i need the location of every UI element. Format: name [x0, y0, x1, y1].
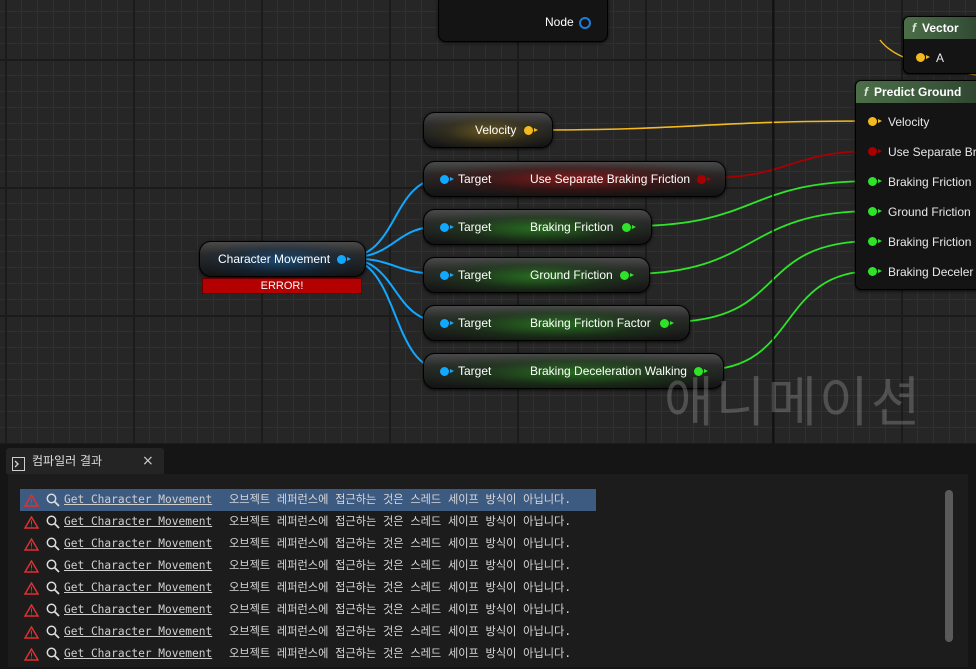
vector-pin-icon[interactable] — [524, 126, 538, 135]
pin-label: A — [936, 51, 945, 65]
message-text: 오브젝트 레퍼런스에 접근하는 것은 스레드 세이프 방식이 아닙니다. — [229, 559, 572, 572]
message-row[interactable]: Get Character Movement 오브젝트 레퍼런스에 접근하는 것… — [20, 555, 596, 577]
character-movement-node[interactable]: Character Movement — [199, 241, 366, 277]
target-label: Target — [458, 220, 492, 234]
search-icon[interactable] — [46, 647, 60, 669]
message-row[interactable]: Get Character Movement 오브젝트 레퍼런스에 접근하는 것… — [20, 621, 596, 643]
getter-node-use-separate-braking-friction[interactable]: Target Use Separate Braking Friction — [423, 161, 726, 197]
object-pin-icon[interactable] — [440, 367, 454, 376]
vertical-scrollbar[interactable] — [945, 490, 953, 642]
float-pin-icon[interactable] — [620, 271, 634, 280]
float-pin-icon[interactable] — [868, 267, 882, 276]
close-icon[interactable]: × — [142, 448, 154, 474]
velocity-node[interactable]: Velocity — [423, 112, 553, 148]
getter-label: Braking Friction — [530, 220, 614, 234]
message-text: 오브젝트 레퍼런스에 접근하는 것은 스레드 세이프 방식이 아닙니다. — [229, 493, 572, 506]
character-movement-label: Character Movement — [218, 252, 331, 266]
partial-node-label: Node — [545, 15, 574, 29]
message-list[interactable]: Get Character Movement 오브젝트 레퍼런스에 접근하는 것… — [8, 474, 968, 667]
wire-float — [667, 240, 875, 323]
function-icon: f — [912, 21, 916, 35]
message-text: 오브젝트 레퍼런스에 접근하는 것은 스레드 세이프 방식이 아닙니다. — [229, 537, 572, 550]
message-text: 오브젝트 레퍼런스에 접근하는 것은 스레드 세이프 방식이 아닙니다. — [229, 515, 572, 528]
getter-node-braking-friction[interactable]: Target Braking Friction — [423, 209, 652, 245]
blueprint-graph[interactable]: Node Velocity Character Movement ERROR! … — [0, 0, 976, 444]
tab-compiler-results[interactable]: 컴파일러 결과 × — [6, 448, 164, 474]
vector-node-title: Vector — [922, 21, 959, 35]
message-row[interactable]: Get Character Movement 오브젝트 레퍼런스에 접근하는 것… — [20, 577, 596, 599]
float-pin-icon[interactable] — [622, 223, 636, 232]
getter-node-ground-friction[interactable]: Target Ground Friction — [423, 257, 650, 293]
message-link[interactable]: Get Character Movement — [64, 643, 212, 665]
tab-label: 컴파일러 결과 — [32, 454, 103, 468]
pin-label: Use Separate Br — [888, 145, 976, 159]
pin-label: Velocity — [888, 115, 930, 129]
message-link[interactable]: Get Character Movement — [64, 621, 212, 643]
partial-node[interactable]: Node — [438, 0, 608, 42]
message-row[interactable]: Get Character Movement 오브젝트 레퍼런스에 접근하는 것… — [20, 599, 596, 621]
float-pin-icon[interactable] — [868, 177, 882, 186]
vector-function-node[interactable]: f Vector A — [903, 16, 976, 74]
message-link[interactable]: Get Character Movement — [64, 489, 212, 511]
message-text: 오브젝트 레퍼런스에 접근하는 것은 스레드 세이프 방식이 아닙니다. — [229, 647, 572, 660]
message-link[interactable]: Get Character Movement — [64, 599, 212, 621]
message-link[interactable]: Get Character Movement — [64, 555, 212, 577]
graph-watermark: 애니메이션 — [664, 371, 923, 434]
warning-icon — [23, 647, 40, 669]
wire-float — [701, 270, 875, 371]
getter-label: Braking Friction Factor — [530, 316, 651, 330]
pin-label: Braking Friction — [888, 175, 972, 189]
vector-pin-icon[interactable] — [916, 53, 930, 62]
getter-label: Use Separate Braking Friction — [530, 172, 691, 186]
message-row[interactable]: Get Character Movement 오브젝트 레퍼런스에 접근하는 것… — [20, 643, 596, 665]
getter-node-braking-friction-factor[interactable]: Target Braking Friction Factor — [423, 305, 690, 341]
float-pin-icon[interactable] — [660, 319, 674, 328]
message-link[interactable]: Get Character Movement — [64, 533, 212, 555]
wire-bool — [705, 150, 875, 179]
object-pin-icon[interactable] — [337, 255, 351, 264]
object-pin-icon[interactable] — [440, 223, 454, 232]
target-label: Target — [458, 268, 492, 282]
object-pin-icon[interactable] — [440, 319, 454, 328]
predict-node-title: Predict Ground — [874, 85, 962, 99]
target-label: Target — [458, 316, 492, 330]
getter-label: Ground Friction — [530, 268, 613, 282]
predict-ground-function-node[interactable]: f Predict Ground Velocity Use Separate Br… — [855, 80, 976, 290]
wire-float — [627, 210, 875, 275]
pin-label: Ground Friction — [888, 205, 971, 219]
message-text: 오브젝트 레퍼런스에 접근하는 것은 스레드 세이프 방식이 아닙니다. — [229, 603, 572, 616]
exec-pin-icon[interactable] — [579, 17, 591, 29]
message-link[interactable]: Get Character Movement — [64, 577, 212, 599]
predict-node-header: f Predict Ground — [856, 81, 976, 103]
velocity-label: Velocity — [475, 123, 517, 137]
target-label: Target — [458, 364, 492, 378]
wire-vector — [531, 120, 875, 131]
float-pin-icon[interactable] — [868, 207, 882, 216]
message-row[interactable]: Get Character Movement 오브젝트 레퍼런스에 접근하는 것… — [20, 489, 596, 511]
message-link[interactable]: Get Character Movement — [64, 511, 212, 533]
error-badge: ERROR! — [202, 278, 362, 294]
pin-label: Braking Deceler — [888, 265, 974, 279]
message-text: 오브젝트 레퍼런스에 접근하는 것은 스레드 세이프 방식이 아닙니다. — [229, 581, 572, 594]
compiler-results-panel: 컴파일러 결과 × Get Character Movement 오브젝트 레퍼… — [0, 446, 976, 667]
object-pin-icon[interactable] — [440, 175, 454, 184]
function-icon: f — [864, 85, 868, 99]
vector-node-header: f Vector — [904, 17, 976, 39]
float-pin-icon[interactable] — [868, 237, 882, 246]
vector-pin-icon[interactable] — [868, 117, 882, 126]
bool-pin-icon[interactable] — [868, 147, 882, 156]
target-label: Target — [458, 172, 492, 186]
message-text: 오브젝트 레퍼런스에 접근하는 것은 스레드 세이프 방식이 아닙니다. — [229, 625, 572, 638]
message-row[interactable]: Get Character Movement 오브젝트 레퍼런스에 접근하는 것… — [20, 511, 596, 533]
pin-label: Braking Friction — [888, 235, 972, 249]
bool-pin-icon[interactable] — [697, 175, 711, 184]
object-pin-icon[interactable] — [440, 271, 454, 280]
message-row[interactable]: Get Character Movement 오브젝트 레퍼런스에 접근하는 것… — [20, 533, 596, 555]
